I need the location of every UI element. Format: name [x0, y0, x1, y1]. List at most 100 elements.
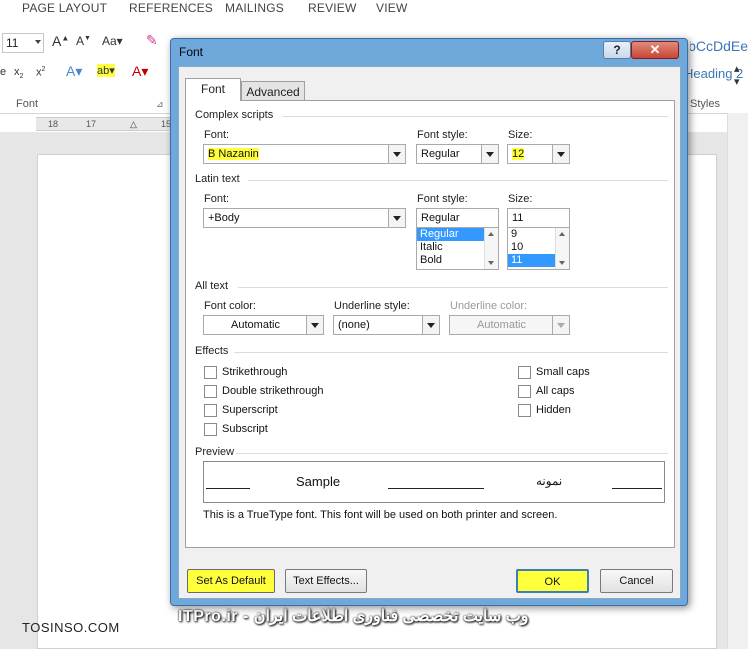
text-effects-icon[interactable]: A▾ [66, 63, 82, 80]
tab-view[interactable]: VIEW [376, 1, 407, 15]
preview-sample-complex: نمونه [536, 474, 563, 488]
vertical-scrollbar[interactable] [727, 113, 748, 649]
list-scrollbar[interactable] [484, 228, 498, 269]
chevron-down-icon[interactable] [552, 145, 569, 163]
strikethrough-checkbox[interactable]: Strikethrough [204, 366, 287, 380]
ruler-tick: 18 [48, 119, 59, 129]
tab-mailings[interactable]: MAILINGS [225, 1, 284, 15]
font-group-label: Font [16, 98, 39, 110]
checkbox-icon[interactable] [518, 385, 531, 398]
checkbox-icon[interactable] [204, 366, 217, 379]
divider [282, 116, 668, 117]
divider [236, 453, 668, 454]
chevron-down-icon[interactable] [388, 209, 405, 227]
latin-style-list[interactable]: Regular Italic Bold [416, 227, 499, 270]
cancel-button[interactable]: Cancel [600, 569, 673, 593]
tab-references[interactable]: REFERENCES [129, 1, 213, 15]
latin-style-input[interactable]: Regular [416, 208, 499, 228]
superscript-checkbox[interactable]: Superscript [204, 404, 278, 418]
latin-style-label: Font style: [417, 193, 468, 205]
complex-style-label: Font style: [417, 129, 468, 141]
complex-font-label: Font: [204, 129, 230, 141]
subscript-label: Subscript [222, 423, 268, 435]
ruler-indent-icon[interactable]: △ [130, 119, 137, 130]
superscript-icon[interactable]: x2 [36, 66, 45, 79]
tab-review[interactable]: REVIEW [308, 1, 357, 15]
preview-box: Sample نمونه [203, 461, 665, 503]
tab-font[interactable]: Font [185, 78, 241, 101]
close-button[interactable]: ✕ [631, 41, 679, 59]
text-effects-button[interactable]: Text Effects... [285, 569, 367, 593]
checkbox-icon[interactable] [518, 366, 531, 379]
small-caps-label: Small caps [536, 366, 590, 378]
tab-font-label: Font [200, 82, 225, 96]
preview-heading: Preview [195, 446, 235, 458]
chevron-down-icon[interactable] [422, 316, 439, 334]
watermark-left: TOSINSO.COM [22, 620, 120, 635]
font-color-value: Automatic [231, 319, 280, 331]
chevron-down-icon [35, 40, 41, 44]
latin-text-heading: Latin text [195, 173, 240, 185]
complex-font-select[interactable]: B Nazanin [203, 144, 406, 164]
underline-color-select: Automatic [449, 315, 570, 335]
strikethrough-icon[interactable]: e [0, 66, 6, 78]
font-color-icon[interactable]: A▾ [132, 63, 148, 80]
all-caps-label: All caps [536, 385, 575, 397]
double-strikethrough-label: Double strikethrough [222, 385, 324, 397]
shrink-font-icon[interactable]: A▼ [76, 34, 91, 48]
chevron-down-icon[interactable] [306, 316, 323, 334]
ok-button[interactable]: OK [516, 569, 589, 593]
small-caps-checkbox[interactable]: Small caps [518, 366, 590, 380]
scroll-up-icon[interactable] [488, 232, 494, 236]
double-strikethrough-checkbox[interactable]: Double strikethrough [204, 385, 324, 399]
checkbox-icon[interactable] [204, 385, 217, 398]
underline-color-value: Automatic [477, 319, 526, 331]
latin-font-label: Font: [204, 193, 230, 205]
latin-size-input[interactable]: 11 [507, 208, 570, 228]
help-button[interactable]: ? [603, 41, 631, 59]
scroll-up-icon[interactable] [559, 232, 565, 236]
styles-scroll-icon[interactable]: ▴ ▾ [734, 62, 740, 88]
chevron-down-icon [552, 316, 569, 334]
divider [234, 352, 668, 353]
scroll-down-icon[interactable] [488, 261, 494, 265]
latin-font-select[interactable]: +Body [203, 208, 406, 228]
tab-advanced[interactable]: Advanced [241, 81, 305, 101]
ruler-tick: 17 [86, 119, 97, 129]
dialog-launcher-icon[interactable]: ⊿ [156, 99, 164, 110]
chevron-down-icon[interactable] [388, 145, 405, 163]
change-case-icon[interactable]: Aa▾ [102, 34, 123, 48]
chevron-down-icon[interactable] [481, 145, 498, 163]
clear-format-icon[interactable]: ✎ [146, 32, 158, 49]
all-text-heading: All text [195, 280, 229, 292]
subscript-icon[interactable]: x2 [14, 66, 23, 80]
ribbon-font-size[interactable]: 11 [2, 33, 44, 53]
checkbox-icon[interactable] [204, 404, 217, 417]
latin-size-list[interactable]: 9 10 11 [507, 227, 570, 270]
scroll-down-icon[interactable] [559, 261, 565, 265]
divider [248, 180, 668, 181]
font-color-label: Font color: [204, 300, 256, 312]
underline-style-label: Underline style: [334, 300, 410, 312]
watermark-right: ITPro.ir - وب سایت تخصصی فناوری اطلاعات … [178, 608, 529, 625]
set-as-default-button[interactable]: Set As Default [187, 569, 275, 593]
latin-font-value: +Body [208, 212, 240, 224]
complex-size-select[interactable]: 12 [507, 144, 570, 164]
font-color-select[interactable]: Automatic [203, 315, 324, 335]
complex-font-value: B Nazanin [208, 148, 259, 160]
ribbon-font-size-value: 11 [6, 36, 19, 50]
list-scrollbar[interactable] [555, 228, 569, 269]
tab-advanced-label: Advanced [246, 85, 300, 99]
complex-size-value: 12 [512, 148, 525, 160]
hidden-checkbox[interactable]: Hidden [518, 404, 571, 418]
tab-page-layout[interactable]: PAGE LAYOUT [22, 1, 107, 15]
checkbox-icon[interactable] [204, 423, 217, 436]
checkbox-icon[interactable] [518, 404, 531, 417]
complex-style-select[interactable]: Regular [416, 144, 499, 164]
subscript-checkbox[interactable]: Subscript [204, 423, 268, 437]
hidden-label: Hidden [536, 404, 571, 416]
underline-style-select[interactable]: (none) [333, 315, 440, 335]
highlight-icon[interactable]: ab▾ [97, 64, 115, 77]
grow-font-icon[interactable]: A▲ [52, 33, 69, 49]
all-caps-checkbox[interactable]: All caps [518, 385, 575, 399]
